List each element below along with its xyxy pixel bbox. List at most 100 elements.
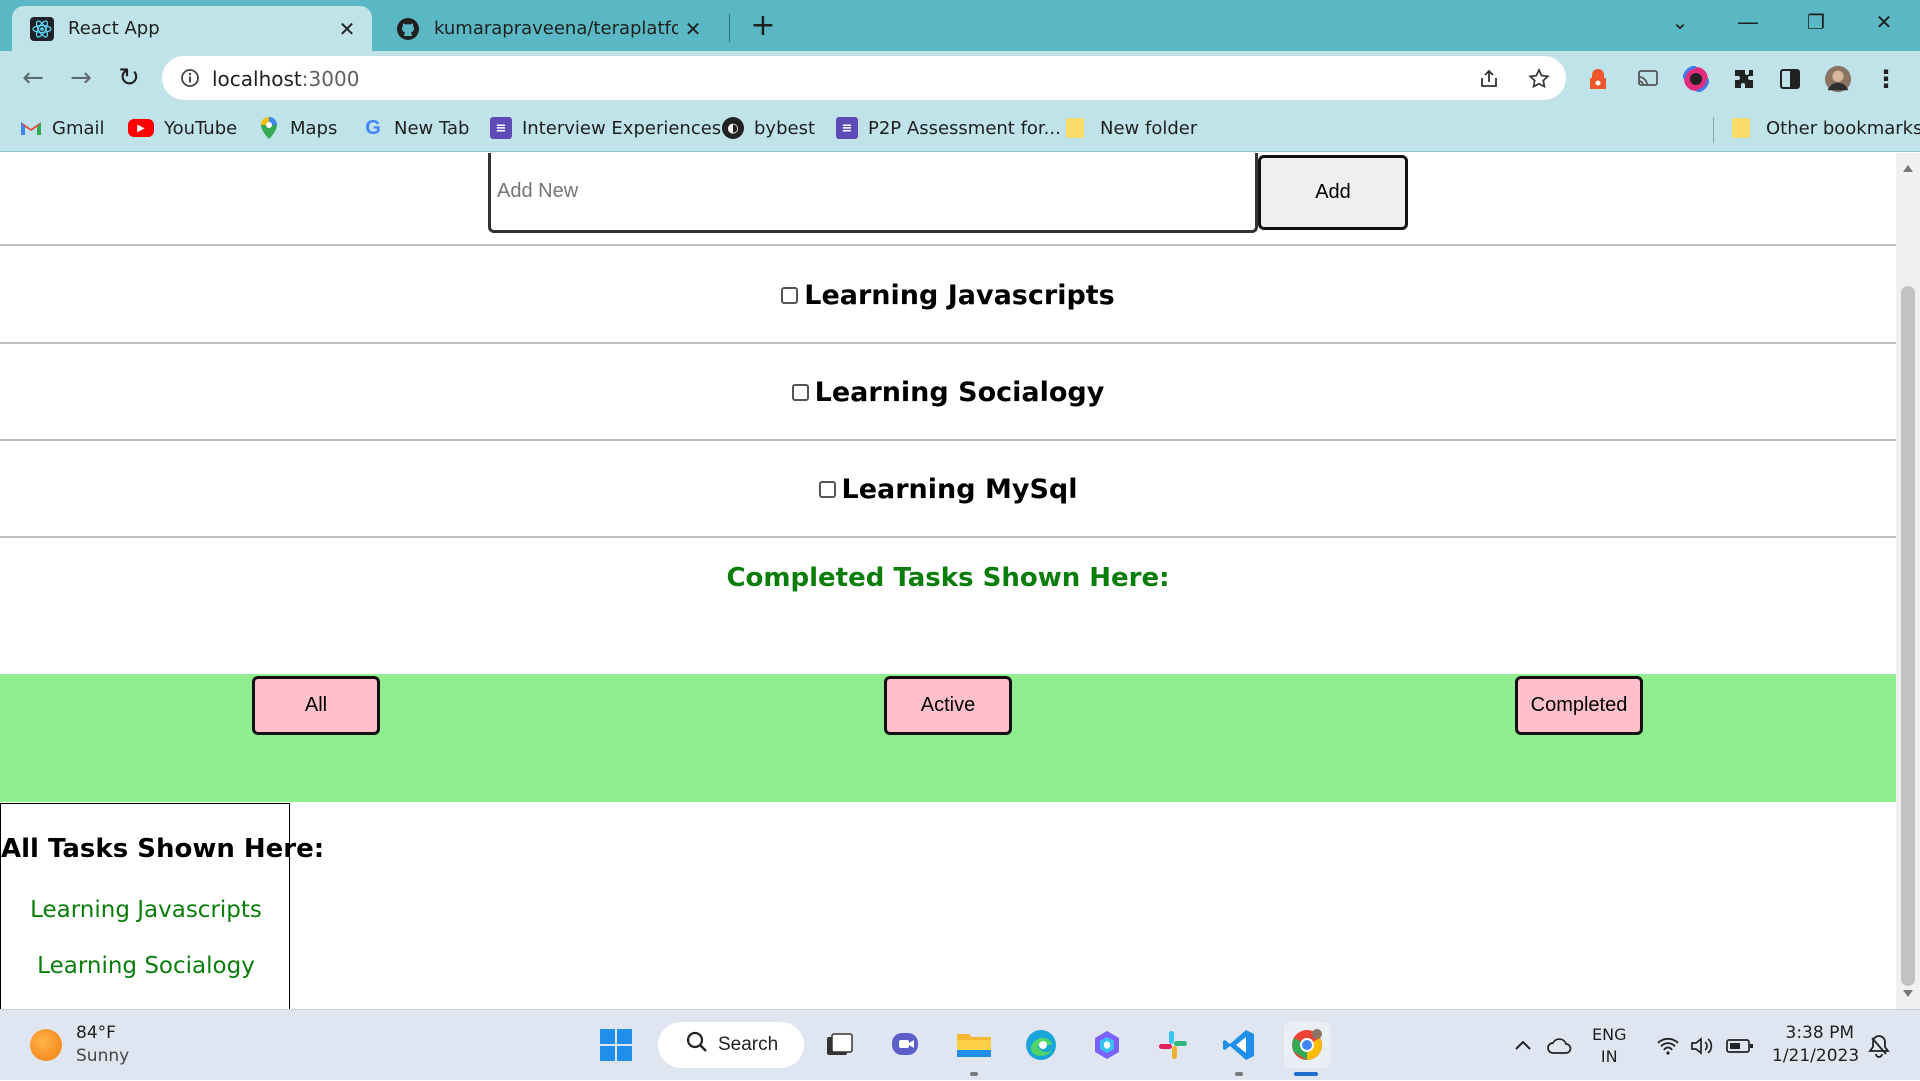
filter-all-button[interactable]: All (252, 676, 380, 735)
add-task-input[interactable] (488, 153, 1258, 233)
url-host: localhost (212, 67, 302, 91)
task-checkbox[interactable] (818, 481, 836, 498)
file-explorer-icon[interactable] (954, 1025, 994, 1065)
weather-widget[interactable]: 84°F Sunny (30, 1022, 129, 1068)
bookmark-star-icon[interactable] (1526, 66, 1552, 92)
onedrive-cloud-icon[interactable] (1547, 1010, 1573, 1081)
wifi-icon[interactable] (1656, 1010, 1680, 1081)
copilot-icon[interactable] (1087, 1025, 1127, 1065)
task-label: Learning MySql (841, 474, 1078, 505)
bookmark-bybest[interactable]: ◐ bybest (722, 115, 815, 141)
share-icon[interactable] (1476, 66, 1502, 92)
bookmark-label: YouTube (164, 117, 238, 139)
teams-chat-icon[interactable] (887, 1025, 927, 1065)
side-panel-icon[interactable] (1776, 65, 1804, 93)
extensions-puzzle-icon[interactable] (1730, 65, 1758, 93)
task-label: Learning Javascripts (804, 279, 1115, 311)
add-button[interactable]: Add (1258, 155, 1408, 230)
active-indicator (1294, 1072, 1318, 1076)
folder-icon (1732, 118, 1750, 138)
task-label: Learning Socialogy (814, 377, 1105, 408)
new-tab-plus-icon[interactable]: + (748, 8, 778, 43)
windows-start-icon[interactable] (596, 1025, 636, 1065)
language-indicator[interactable]: ENG IN (1592, 1024, 1626, 1068)
maps-icon (258, 117, 280, 139)
bookmark-p2p-assessment[interactable]: ≡ P2P Assessment for... (836, 115, 1061, 141)
cast-icon[interactable] (1634, 65, 1662, 93)
scroll-down-arrow-icon[interactable] (1903, 990, 1913, 997)
bookmark-maps[interactable]: Maps (258, 115, 337, 141)
slack-icon[interactable] (1153, 1025, 1193, 1065)
forward-arrow-icon[interactable]: → (64, 61, 98, 95)
minimize-icon[interactable]: ― (1720, 4, 1776, 40)
edge-browser-icon[interactable] (1021, 1025, 1061, 1065)
reload-icon[interactable]: ↻ (112, 61, 146, 95)
task-checkbox[interactable] (781, 286, 799, 304)
tab-close-icon[interactable]: ✕ (332, 14, 362, 44)
weather-condition: Sunny (76, 1046, 130, 1066)
bookmark-other-bookmarks[interactable]: Other bookmarks (1732, 115, 1920, 141)
bookmark-new-tab[interactable]: G New Tab (362, 115, 469, 141)
bookmark-new-folder[interactable]: New folder (1066, 115, 1197, 141)
filter-active-button[interactable]: Active (884, 676, 1012, 735)
back-arrow-icon[interactable]: ← (16, 61, 50, 95)
add-task-row: Add (0, 153, 1896, 246)
chrome-icon[interactable] (1284, 1022, 1330, 1068)
folder-icon (1066, 118, 1084, 138)
profile-avatar[interactable] (1824, 65, 1852, 93)
tab-title: kumarapraveena/teraplatform (434, 18, 678, 39)
page-scrollbar[interactable] (1896, 153, 1920, 1009)
search-label: Search (718, 1034, 779, 1055)
bookmark-label: P2P Assessment for... (868, 117, 1061, 139)
menu-kebab-icon[interactable]: ⋮ (1872, 65, 1900, 93)
close-window-icon[interactable]: ✕ (1856, 4, 1912, 40)
bookmark-label: New Tab (394, 117, 470, 139)
url-port: :3000 (301, 67, 360, 91)
browser-tab-strip: React App ✕ kumarapraveena/teraplatform … (0, 0, 1920, 51)
taskbar-search[interactable]: Search (658, 1022, 804, 1068)
tab-react-app[interactable]: React App ✕ (12, 6, 372, 51)
tab-search-chevron-icon[interactable]: ⌄ (1652, 4, 1708, 40)
bookmark-interview-experiences[interactable]: ≡ Interview Experiences (490, 115, 721, 141)
bookmark-label: Gmail (52, 117, 105, 139)
temperature: 84°F (76, 1023, 116, 1043)
bookmark-youtube[interactable]: ▶ YouTube (128, 115, 237, 141)
all-task-item: Learning Javascripts (30, 897, 262, 923)
address-bar[interactable]: localhost:3000 (162, 56, 1566, 100)
battery-icon[interactable] (1726, 1010, 1754, 1081)
task-row: Learning Socialogy (0, 346, 1896, 441)
task-view-icon[interactable] (819, 1025, 859, 1065)
bookmark-label: Maps (290, 117, 338, 139)
bookmark-label: New folder (1100, 117, 1198, 139)
clock-time: 3:38 PM (1785, 1023, 1855, 1043)
bookmarks-bar: Gmail ▶ YouTube Maps G New Tab ≡ Interview … (0, 105, 1920, 152)
show-hidden-icons-chevron-icon[interactable] (1513, 1010, 1533, 1081)
notifications-bell-icon[interactable] (1868, 1010, 1890, 1081)
react-icon (30, 16, 54, 41)
vscode-icon[interactable] (1219, 1025, 1259, 1065)
tab-close-icon[interactable]: ✕ (678, 14, 708, 44)
bookmark-label: bybest (754, 117, 816, 139)
color-picker-extension-icon[interactable] (1682, 65, 1710, 93)
filter-completed-button[interactable]: Completed (1515, 676, 1643, 735)
site-info-icon[interactable] (178, 66, 202, 90)
extension-orange-icon[interactable] (1584, 65, 1612, 93)
tab-github[interactable]: kumarapraveena/teraplatform ✕ (378, 6, 718, 51)
system-clock[interactable]: 3:38 PM 1/21/2023 (1772, 1022, 1859, 1068)
filter-bar: All Active Completed (0, 674, 1896, 802)
scroll-up-arrow-icon[interactable] (1903, 165, 1913, 172)
tab-separator (729, 14, 730, 42)
bookmark-gmail[interactable]: Gmail (20, 115, 105, 141)
forms-icon: ≡ (836, 117, 858, 139)
task-row: Learning Javascripts (0, 248, 1896, 344)
completed-tasks-heading: Completed Tasks Shown Here: (726, 563, 1170, 593)
search-icon (686, 1031, 708, 1059)
task-checkbox[interactable] (791, 384, 809, 401)
scrollbar-thumb[interactable] (1901, 286, 1915, 986)
volume-icon[interactable] (1690, 1010, 1714, 1081)
all-tasks-panel: All Tasks Shown Here: Learning Javascrip… (0, 803, 324, 1009)
youtube-icon: ▶ (128, 119, 154, 137)
restore-icon[interactable]: ❐ (1788, 4, 1844, 40)
windows-taskbar: 84°F Sunny Search ENG IN 3:38 PM 1/21/20… (0, 1009, 1920, 1080)
language-code: ENG (1592, 1025, 1627, 1044)
